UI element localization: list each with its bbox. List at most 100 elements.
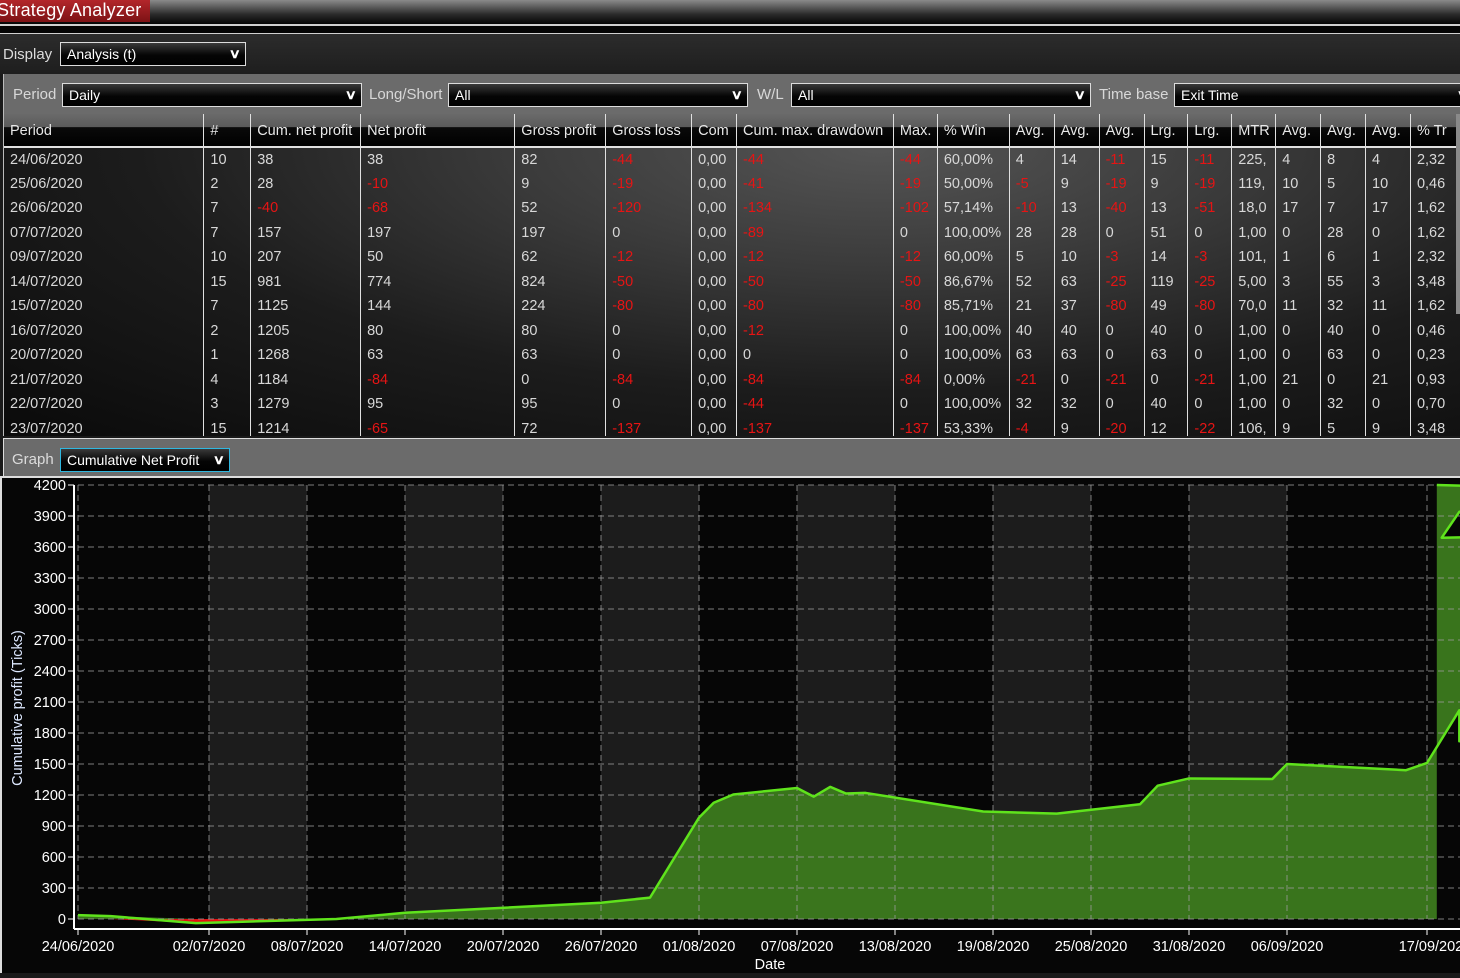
table-cell: 0,00 [692,294,737,319]
table-cell: 4 [1366,147,1411,172]
table-cell: 100,00% [937,343,1009,368]
table-row[interactable]: 20/07/202011268636300,0000100,00%6363063… [4,343,1460,368]
y-tick-label: 2100 [34,695,66,711]
table-cell: -134 [737,196,894,221]
table-cell: -3 [1099,245,1144,270]
table-cell: 13 [1054,196,1099,221]
table-cell: 7 [1321,196,1366,221]
table-row[interactable]: 15/07/202071125144224-800,00-80-8085,71%… [4,294,1460,319]
period-select[interactable]: Daily ∨ [62,83,362,107]
column-header[interactable]: MTR [1232,114,1276,147]
table-cell: -19 [1099,172,1144,197]
column-header[interactable]: Avg. [1099,114,1144,147]
table-cell: -102 [893,196,937,221]
long-short-select-value: All [455,87,471,103]
table-row[interactable]: 23/07/2020151214-6572-1370,00-137-13753,… [4,417,1460,437]
column-header[interactable]: Cum. max. drawdown [737,114,894,147]
table-cell: 0 [1276,319,1321,344]
column-header[interactable]: Com [692,114,737,147]
table-cell: 0,00 [692,172,737,197]
table-cell: 0,00 [692,147,737,172]
column-header[interactable]: Avg. [1009,114,1054,147]
table-cell: 32 [1321,392,1366,417]
table-cell: -22 [1188,417,1232,437]
table-cell: 60,00% [937,147,1009,172]
table-cell: -80 [737,294,894,319]
column-header[interactable]: Avg. [1054,114,1099,147]
table-row[interactable]: 16/07/202021205808000,00-120100,00%40400… [4,319,1460,344]
window-title-tab[interactable]: Strategy Analyzer [0,0,150,22]
column-header[interactable]: % Tr [1410,114,1460,147]
column-header[interactable]: Avg. [1276,114,1321,147]
table-cell: 1,00 [1232,392,1276,417]
table-cell: 101, [1232,245,1276,270]
table-scrollbar[interactable] [1456,114,1460,314]
wl-select[interactable]: All ∨ [791,83,1091,107]
table-cell: 3 [204,392,251,417]
time-base-select[interactable]: Exit Time ∨ [1174,83,1460,107]
graph-select[interactable]: Cumulative Net Profit ∨ [60,448,230,472]
column-header[interactable]: Avg. [1366,114,1411,147]
table-cell: 21 [1009,294,1054,319]
table-cell: -19 [606,172,692,197]
table-cell: 9 [515,172,606,197]
wl-select-value: All [798,87,814,103]
table-cell: 0 [1054,368,1099,393]
display-select[interactable]: Analysis (t) ∨ [60,42,246,66]
table-cell: 15/07/2020 [4,294,204,319]
table-cell: 7 [204,196,251,221]
table-cell: -19 [1188,172,1232,197]
long-short-label: Long/Short [369,86,442,103]
long-short-select[interactable]: All ∨ [448,83,748,107]
graph-select-value: Cumulative Net Profit [67,452,199,468]
x-tick-label: 08/07/2020 [271,939,344,955]
y-axis-title: Cumulative profit (Ticks) [10,630,26,786]
table-row[interactable]: 24/06/202010383882-440,00-44-4460,00%414… [4,147,1460,172]
table-cell: 197 [361,221,515,246]
table-header-row: Period#Cum. net profitNet profitGross pr… [4,114,1460,147]
table-cell: 40 [1054,319,1099,344]
table-cell: 9 [1054,172,1099,197]
column-header[interactable]: Gross loss [606,114,692,147]
table-cell: 1,00 [1232,221,1276,246]
table-row[interactable]: 14/07/202015981774824-500,00-50-5086,67%… [4,270,1460,295]
table-cell: 5 [1321,417,1366,437]
column-header[interactable]: Cum. net profit [251,114,361,147]
table-row[interactable]: 26/06/20207-40-6852-1200,00-134-10257,14… [4,196,1460,221]
table-cell: 25/06/2020 [4,172,204,197]
table-row[interactable]: 25/06/2020228-109-190,00-41-1950,00%-59-… [4,172,1460,197]
table-cell: 9 [1144,172,1188,197]
table-cell: 0,00 [692,196,737,221]
table-row[interactable]: 21/07/202041184-840-840,00-84-840,00%-21… [4,368,1460,393]
column-header[interactable]: Net profit [361,114,515,147]
column-header[interactable]: Lrg. [1144,114,1188,147]
wl-label: W/L [757,86,784,103]
table-row[interactable]: 07/07/2020715719719700,00-890100,00%2828… [4,221,1460,246]
table-cell: 0 [1099,221,1144,246]
table-cell: 18,0 [1232,196,1276,221]
column-header[interactable]: Gross profit [515,114,606,147]
table-cell: -84 [606,368,692,393]
column-header[interactable]: # [204,114,251,147]
table-cell: 28 [1009,221,1054,246]
cumulative-profit-chart: 0300600900120015001800210024002700300033… [2,478,1460,973]
table-body: 24/06/202010383882-440,00-44-4460,00%414… [4,147,1460,436]
column-header[interactable]: % Win [937,114,1009,147]
table-cell: 0 [893,221,937,246]
table-cell: 1214 [251,417,361,437]
table-cell: 20/07/2020 [4,343,204,368]
column-header[interactable]: Avg. [1321,114,1366,147]
table-row[interactable]: 22/07/202031279959500,00-440100,00%32320… [4,392,1460,417]
y-tick-label: 300 [42,881,66,897]
display-toolbar: Display Analysis (t) ∨ [0,34,1460,74]
table-cell: 95 [515,392,606,417]
table-cell: 0,46 [1410,172,1460,197]
x-tick-label: 13/08/2020 [859,939,932,955]
table-row[interactable]: 09/07/2020102075062-120,00-12-1260,00%51… [4,245,1460,270]
table-cell: -12 [737,245,894,270]
window-title: Strategy Analyzer [0,0,141,20]
column-header[interactable]: Lrg. [1188,114,1232,147]
column-header[interactable]: Period [4,114,204,147]
column-header[interactable]: Max. [893,114,937,147]
table-cell: -137 [606,417,692,437]
